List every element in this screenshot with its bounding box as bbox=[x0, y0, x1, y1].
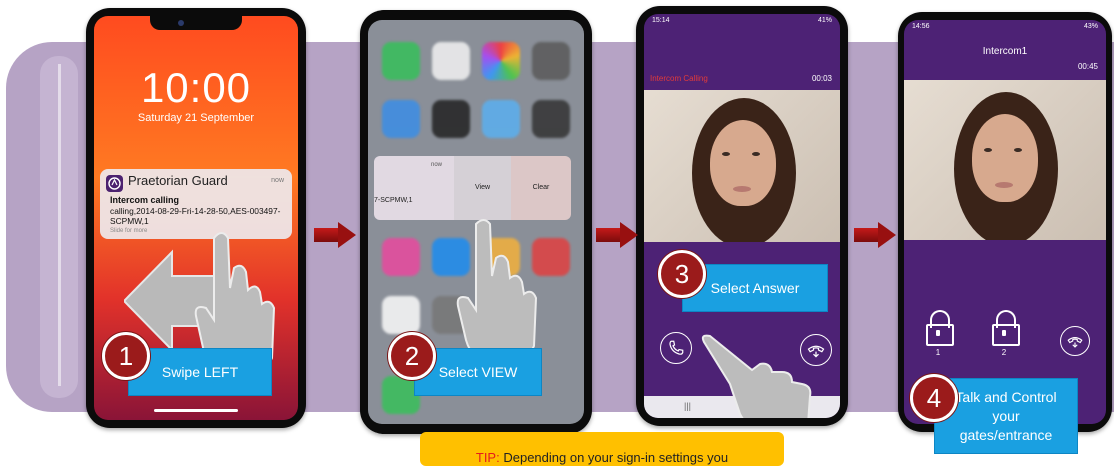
status-bar: 14:56 43% bbox=[904, 20, 1106, 34]
incoming-call-screen: 15:14 41% Intercom Calling 00:03 ||| < bbox=[644, 14, 840, 418]
notification-hint: Slide for more bbox=[110, 228, 148, 234]
status-battery: 43% bbox=[1083, 23, 1098, 30]
gate-2-lock-button[interactable]: 2 bbox=[988, 310, 1024, 357]
status-time: 14:56 bbox=[912, 23, 930, 30]
status-battery: 41% bbox=[817, 17, 832, 24]
tip-prefix: TIP: bbox=[475, 450, 500, 465]
phone-answer-icon bbox=[669, 340, 684, 355]
hand-pointer-icon bbox=[456, 219, 538, 366]
status-bar: 15:14 41% bbox=[644, 14, 840, 28]
context-menu: now 7-SCPMW,1 View Clear bbox=[374, 156, 580, 220]
maps-app-icon bbox=[482, 100, 520, 138]
messages-app-icon bbox=[382, 42, 420, 80]
music-app-icon bbox=[382, 238, 420, 276]
health-app-icon bbox=[382, 296, 420, 334]
recent-apps-icon[interactable]: ||| bbox=[684, 401, 691, 411]
calendar-app-icon bbox=[432, 42, 470, 80]
step-4-badge: 4 bbox=[910, 374, 958, 422]
answer-button[interactable] bbox=[660, 332, 692, 364]
context-preview: now 7-SCPMW,1 bbox=[374, 156, 454, 220]
context-time: now bbox=[430, 162, 442, 168]
call-timer: 00:45 bbox=[1077, 62, 1098, 71]
notification-app-name: Praetorian Guard bbox=[128, 173, 228, 188]
context-text: 7-SCPMW,1 bbox=[374, 197, 413, 204]
camera-app-icon bbox=[532, 42, 570, 80]
weather-app-icon bbox=[382, 100, 420, 138]
camera-video-feed bbox=[644, 90, 840, 242]
lock-clock: 10:00 bbox=[140, 64, 252, 111]
clock-app-icon bbox=[432, 100, 470, 138]
lock-label: 2 bbox=[1001, 348, 1007, 357]
step-1-badge: 1 bbox=[102, 332, 150, 380]
tip-text: Depending on your sign-in settings you bbox=[503, 450, 729, 465]
phone-notch bbox=[150, 16, 242, 30]
photos-app-icon bbox=[482, 42, 520, 80]
gate-1-lock-button[interactable]: 1 bbox=[922, 310, 958, 357]
step-2-badge: 2 bbox=[388, 332, 436, 380]
view-button[interactable]: View bbox=[454, 156, 511, 220]
lock-date: Saturday 21 September bbox=[137, 112, 255, 124]
phone-incoming-call: 15:14 41% Intercom Calling 00:03 ||| < bbox=[636, 6, 848, 426]
call-timer: 00:03 bbox=[811, 74, 832, 83]
phone-active-call: 14:56 43% Intercom1 00:45 1 2 bbox=[898, 12, 1112, 432]
notification-title: Intercom calling bbox=[110, 195, 180, 205]
notification-time: now bbox=[271, 177, 284, 184]
hangup-button[interactable] bbox=[1060, 326, 1090, 356]
lock-label: 1 bbox=[935, 348, 941, 357]
step-4-text: Talk and Control your gates/entrance bbox=[955, 388, 1057, 443]
call-title: Intercom1 bbox=[982, 46, 1028, 57]
home-indicator bbox=[154, 409, 238, 412]
band-line bbox=[58, 64, 61, 386]
clear-button[interactable]: Clear bbox=[511, 156, 571, 220]
step-3-badge: 3 bbox=[658, 250, 706, 298]
caller-label: Intercom Calling bbox=[650, 74, 708, 83]
hand-pointer-icon bbox=[701, 334, 812, 418]
tip-banner: TIP: Depending on your sign-in settings … bbox=[420, 432, 784, 466]
active-call-screen: 14:56 43% Intercom1 00:45 1 2 bbox=[904, 20, 1106, 424]
phone-hangup-icon bbox=[1067, 337, 1083, 348]
status-time: 15:14 bbox=[652, 17, 670, 24]
videos-app-icon bbox=[532, 100, 570, 138]
praetorian-app-icon bbox=[106, 175, 123, 192]
notification-body: calling,2014-08-29-Fri-14-28-50,AES-0034… bbox=[110, 206, 281, 226]
camera-video-feed bbox=[904, 80, 1106, 240]
